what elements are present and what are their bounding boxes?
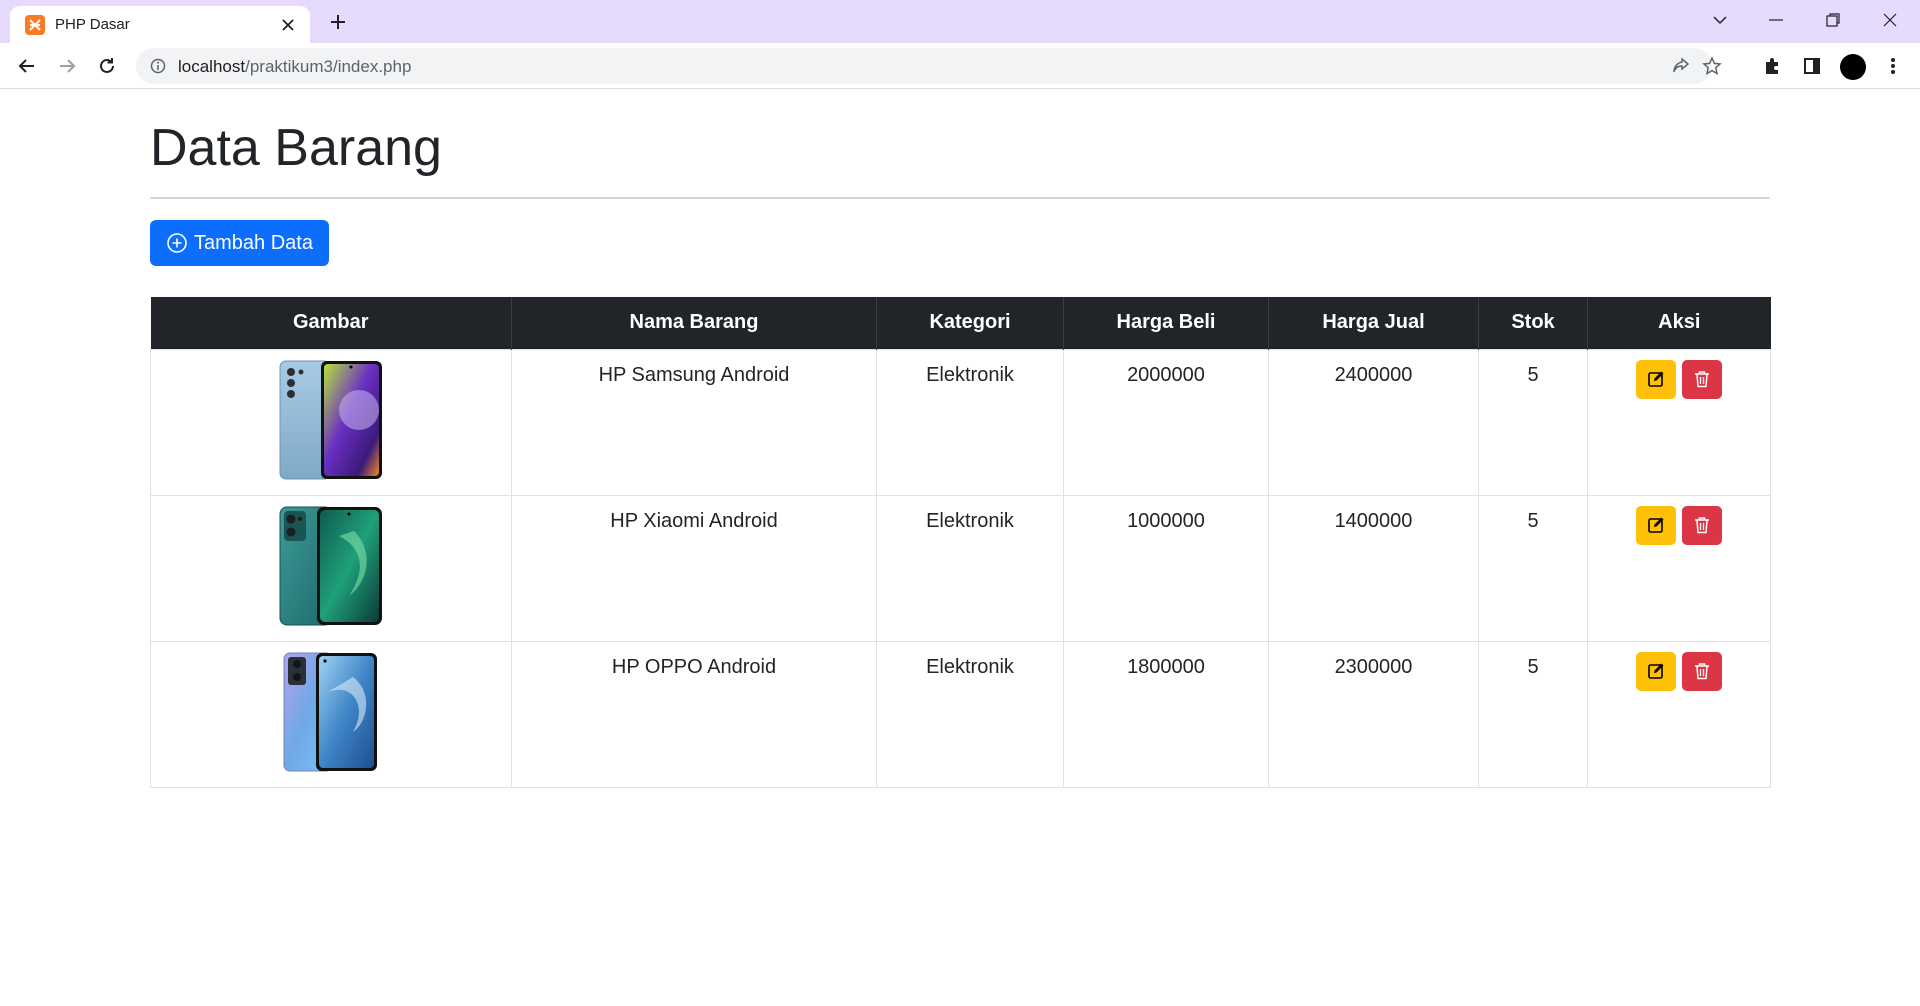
column-header: Kategori: [876, 297, 1064, 349]
delete-button[interactable]: [1682, 359, 1722, 399]
menu-icon[interactable]: [1880, 53, 1906, 79]
xampp-icon: [25, 15, 45, 35]
kategori-cell: Elektronik: [876, 348, 1064, 496]
kategori-cell: Elektronik: [876, 494, 1064, 642]
column-header: Harga Jual: [1268, 297, 1479, 349]
stok-cell: 5: [1478, 640, 1588, 788]
close-window-icon[interactable]: [1862, 0, 1918, 40]
puzzle-icon[interactable]: [1759, 53, 1785, 79]
share-page-icon[interactable]: [1634, 55, 1656, 77]
avatar[interactable]: [1840, 54, 1866, 80]
aksi-cell: [1587, 348, 1771, 496]
harga-beli-cell: 1800000: [1063, 640, 1269, 788]
table-header-row: Gambar Nama Barang Kategori Harga Beli H…: [150, 297, 1771, 349]
reload-icon[interactable]: [92, 51, 122, 81]
delete-button[interactable]: [1682, 651, 1722, 691]
edit-button[interactable]: [1636, 651, 1676, 691]
url-text: localhost/praktikum3/index.php: [178, 57, 411, 77]
address-bar[interactable]: localhost/praktikum3/index.php: [136, 48, 1722, 84]
column-header: Harga Beli: [1063, 297, 1269, 349]
kategori-cell: Elektronik: [876, 640, 1064, 788]
add-data-button[interactable]: Tambah Data: [150, 220, 329, 266]
stok-cell: 5: [1478, 494, 1588, 642]
image-cell: [150, 348, 512, 496]
table-row: HP OPPO Android Elektronik 1800000 23000…: [150, 640, 1771, 788]
edit-button[interactable]: [1636, 359, 1676, 399]
chevron-down-icon[interactable]: [1692, 0, 1748, 40]
back-icon[interactable]: [12, 51, 42, 81]
plus-circle-icon: [167, 233, 187, 253]
aksi-cell: [1587, 494, 1771, 642]
tab-title: PHP Dasar: [55, 16, 130, 33]
harga-jual-cell: 2400000: [1268, 348, 1479, 496]
edit-button[interactable]: [1636, 505, 1676, 545]
xiaomi-phone-image: [279, 506, 382, 625]
sidepanel-icon[interactable]: [1799, 53, 1825, 79]
stok-cell: 5: [1478, 348, 1588, 496]
nama-barang-cell: HP Xiaomi Android: [511, 494, 877, 642]
page-title: Data Barang: [150, 119, 442, 177]
trash-icon: [1695, 517, 1709, 534]
table-row: HP Xiaomi Android Elektronik 1000000 140…: [150, 494, 1771, 642]
trash-icon: [1695, 663, 1709, 680]
oppo-phone-image: [283, 652, 377, 771]
delete-button[interactable]: [1682, 505, 1722, 545]
edit-icon: [1648, 663, 1664, 679]
harga-beli-cell: 1000000: [1063, 494, 1269, 642]
browser-tab[interactable]: PHP Dasar: [10, 6, 310, 43]
column-header: Aksi: [1587, 297, 1771, 349]
add-data-label: Tambah Data: [194, 231, 313, 254]
share-icon[interactable]: [1670, 55, 1692, 77]
title-divider: [150, 197, 1770, 199]
column-header: Nama Barang: [511, 297, 877, 349]
samsung-phone-image: [279, 360, 382, 479]
nama-barang-cell: HP Samsung Android: [511, 348, 877, 496]
tab-strip: PHP Dasar: [0, 0, 1920, 43]
url-path: /praktikum3/index.php: [245, 57, 412, 76]
nama-barang-cell: HP OPPO Android: [511, 640, 877, 788]
star-icon[interactable]: [1701, 55, 1723, 77]
url-host: localhost: [178, 57, 246, 76]
harga-beli-cell: 2000000: [1063, 348, 1269, 496]
aksi-cell: [1587, 640, 1771, 788]
close-icon[interactable]: [278, 15, 298, 35]
plus-icon[interactable]: [325, 9, 351, 35]
image-cell: [150, 640, 512, 788]
harga-jual-cell: 2300000: [1268, 640, 1479, 788]
column-header: Gambar: [150, 297, 512, 349]
harga-jual-cell: 1400000: [1268, 494, 1479, 642]
restore-icon[interactable]: [1805, 0, 1861, 40]
image-cell: [150, 494, 512, 642]
edit-icon: [1648, 371, 1664, 387]
table-row: HP Samsung Android Elektronik 2000000 24…: [150, 348, 1771, 496]
info-icon[interactable]: [149, 57, 167, 75]
browser-toolbar: localhost/praktikum3/index.php: [0, 43, 1920, 89]
edit-icon: [1648, 517, 1664, 533]
trash-icon: [1695, 371, 1709, 388]
minimize-icon[interactable]: [1748, 0, 1804, 40]
forward-icon[interactable]: [52, 51, 82, 81]
data-table: Gambar Nama Barang Kategori Harga Beli H…: [150, 297, 1771, 788]
column-header: Stok: [1478, 297, 1588, 349]
